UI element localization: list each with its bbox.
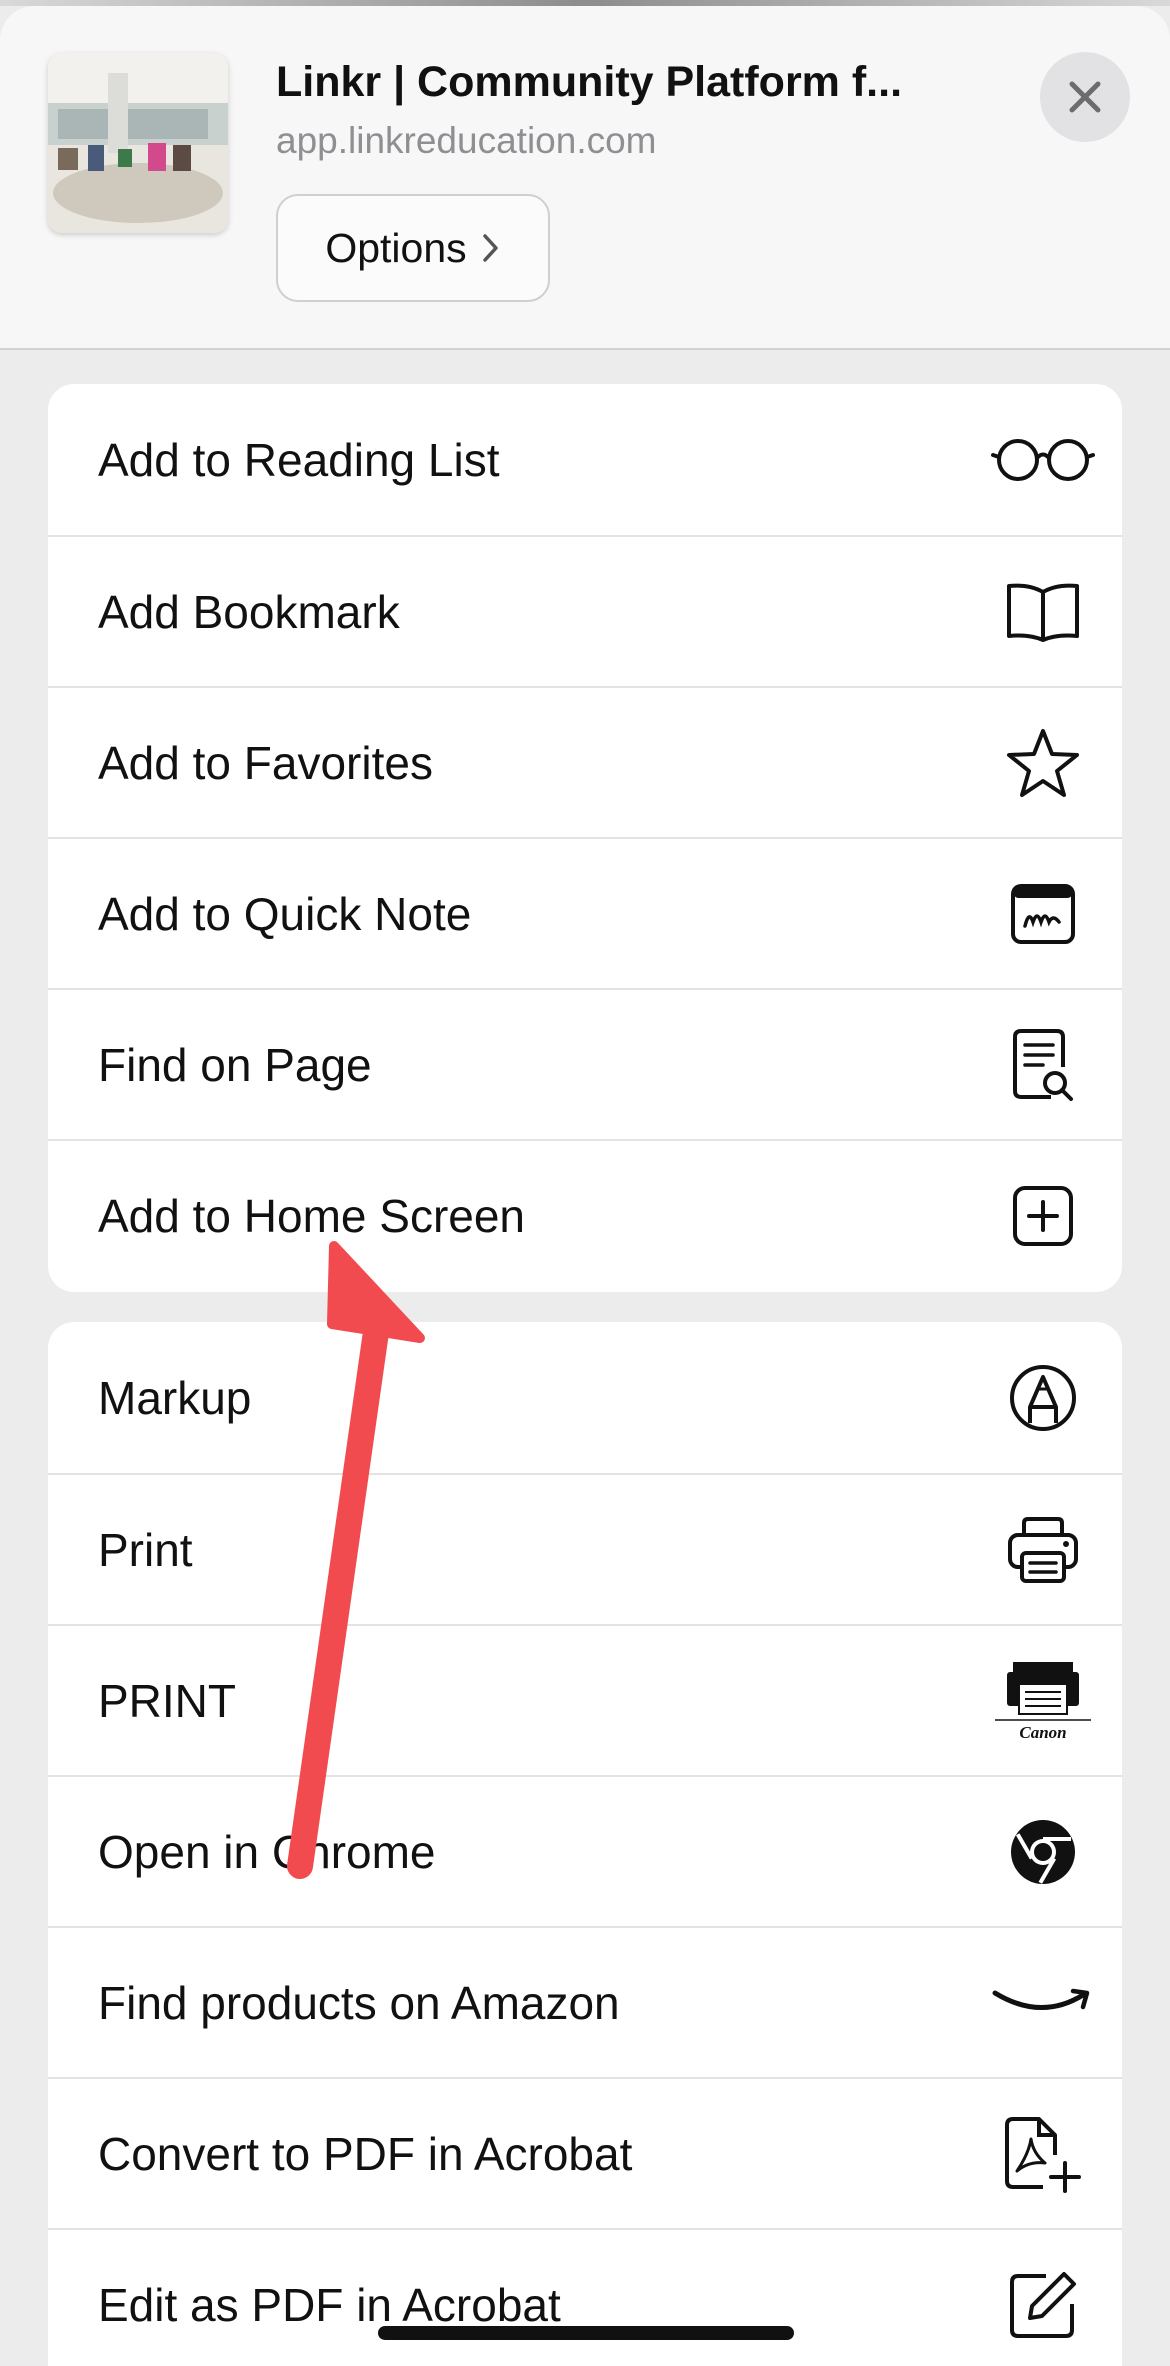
canon-printer-icon: Canon	[988, 1646, 1098, 1756]
close-button[interactable]	[1040, 52, 1130, 142]
action-label: Add to Reading List	[98, 433, 500, 486]
action-label: Edit as PDF in Acrobat	[98, 2278, 561, 2331]
action-edit-as-pdf-in-acrobat[interactable]: Edit as PDF in Acrobat	[48, 2228, 1122, 2366]
canon-caption: Canon	[1019, 1723, 1066, 1742]
site-thumbnail	[48, 53, 228, 233]
options-label: Options	[325, 224, 467, 271]
plus-square-icon	[988, 1161, 1098, 1271]
action-label: Convert to PDF in Acrobat	[98, 2127, 633, 2180]
star-icon	[988, 708, 1098, 818]
action-convert-to-pdf-in-acrobat[interactable]: Convert to PDF in Acrobat	[48, 2077, 1122, 2228]
chevron-right-icon	[482, 234, 498, 262]
glasses-icon	[988, 405, 1098, 515]
share-sheet-header: Linkr | Community Platform f... app.link…	[0, 6, 1170, 350]
action-label: Add to Favorites	[98, 736, 433, 789]
site-url: app.linkreducation.com	[276, 120, 657, 161]
printer-icon	[988, 1495, 1098, 1605]
find-document-icon	[988, 1010, 1098, 1120]
options-button[interactable]: Options	[276, 194, 550, 302]
close-icon	[1069, 81, 1101, 113]
action-label: Find products on Amazon	[98, 1976, 620, 2029]
action-label: Add Bookmark	[98, 585, 400, 638]
markup-pen-icon	[988, 1343, 1098, 1453]
action-add-to-favorites[interactable]: Add to Favorites	[48, 686, 1122, 837]
action-label: Markup	[98, 1371, 252, 1424]
amazon-smile-icon	[988, 1948, 1098, 2058]
action-add-to-home-screen[interactable]: Add to Home Screen	[48, 1139, 1122, 1290]
action-add-to-reading-list[interactable]: Add to Reading List	[48, 384, 1122, 535]
action-open-in-chrome[interactable]: Open in Chrome	[48, 1775, 1122, 1926]
acrobat-pdf-add-icon	[988, 2099, 1098, 2209]
site-title: Linkr | Community Platform f...	[276, 58, 903, 106]
action-find-products-on-amazon[interactable]: Find products on Amazon	[48, 1926, 1122, 2077]
action-find-on-page[interactable]: Find on Page	[48, 988, 1122, 1139]
edit-square-icon	[988, 2250, 1098, 2360]
actions-group-extensions: Markup Print PRINT Canon Open in Chrome …	[48, 1322, 1122, 2366]
actions-group-primary: Add to Reading List Add Bookmark Add to …	[48, 384, 1122, 1292]
action-print-canon[interactable]: PRINT Canon	[48, 1624, 1122, 1775]
action-markup[interactable]: Markup	[48, 1322, 1122, 1473]
action-add-to-quick-note[interactable]: Add to Quick Note	[48, 837, 1122, 988]
action-print[interactable]: Print	[48, 1473, 1122, 1624]
action-label: Add to Home Screen	[98, 1189, 526, 1242]
book-icon	[988, 557, 1098, 667]
chrome-icon	[988, 1797, 1098, 1907]
quick-note-icon	[988, 859, 1098, 969]
action-label: Find on Page	[98, 1038, 372, 1091]
action-label: PRINT	[98, 1674, 236, 1727]
action-label: Add to Quick Note	[98, 887, 472, 940]
home-indicator[interactable]	[378, 2326, 794, 2340]
action-add-bookmark[interactable]: Add Bookmark	[48, 535, 1122, 686]
action-label: Print	[98, 1523, 193, 1576]
action-label: Open in Chrome	[98, 1825, 436, 1878]
